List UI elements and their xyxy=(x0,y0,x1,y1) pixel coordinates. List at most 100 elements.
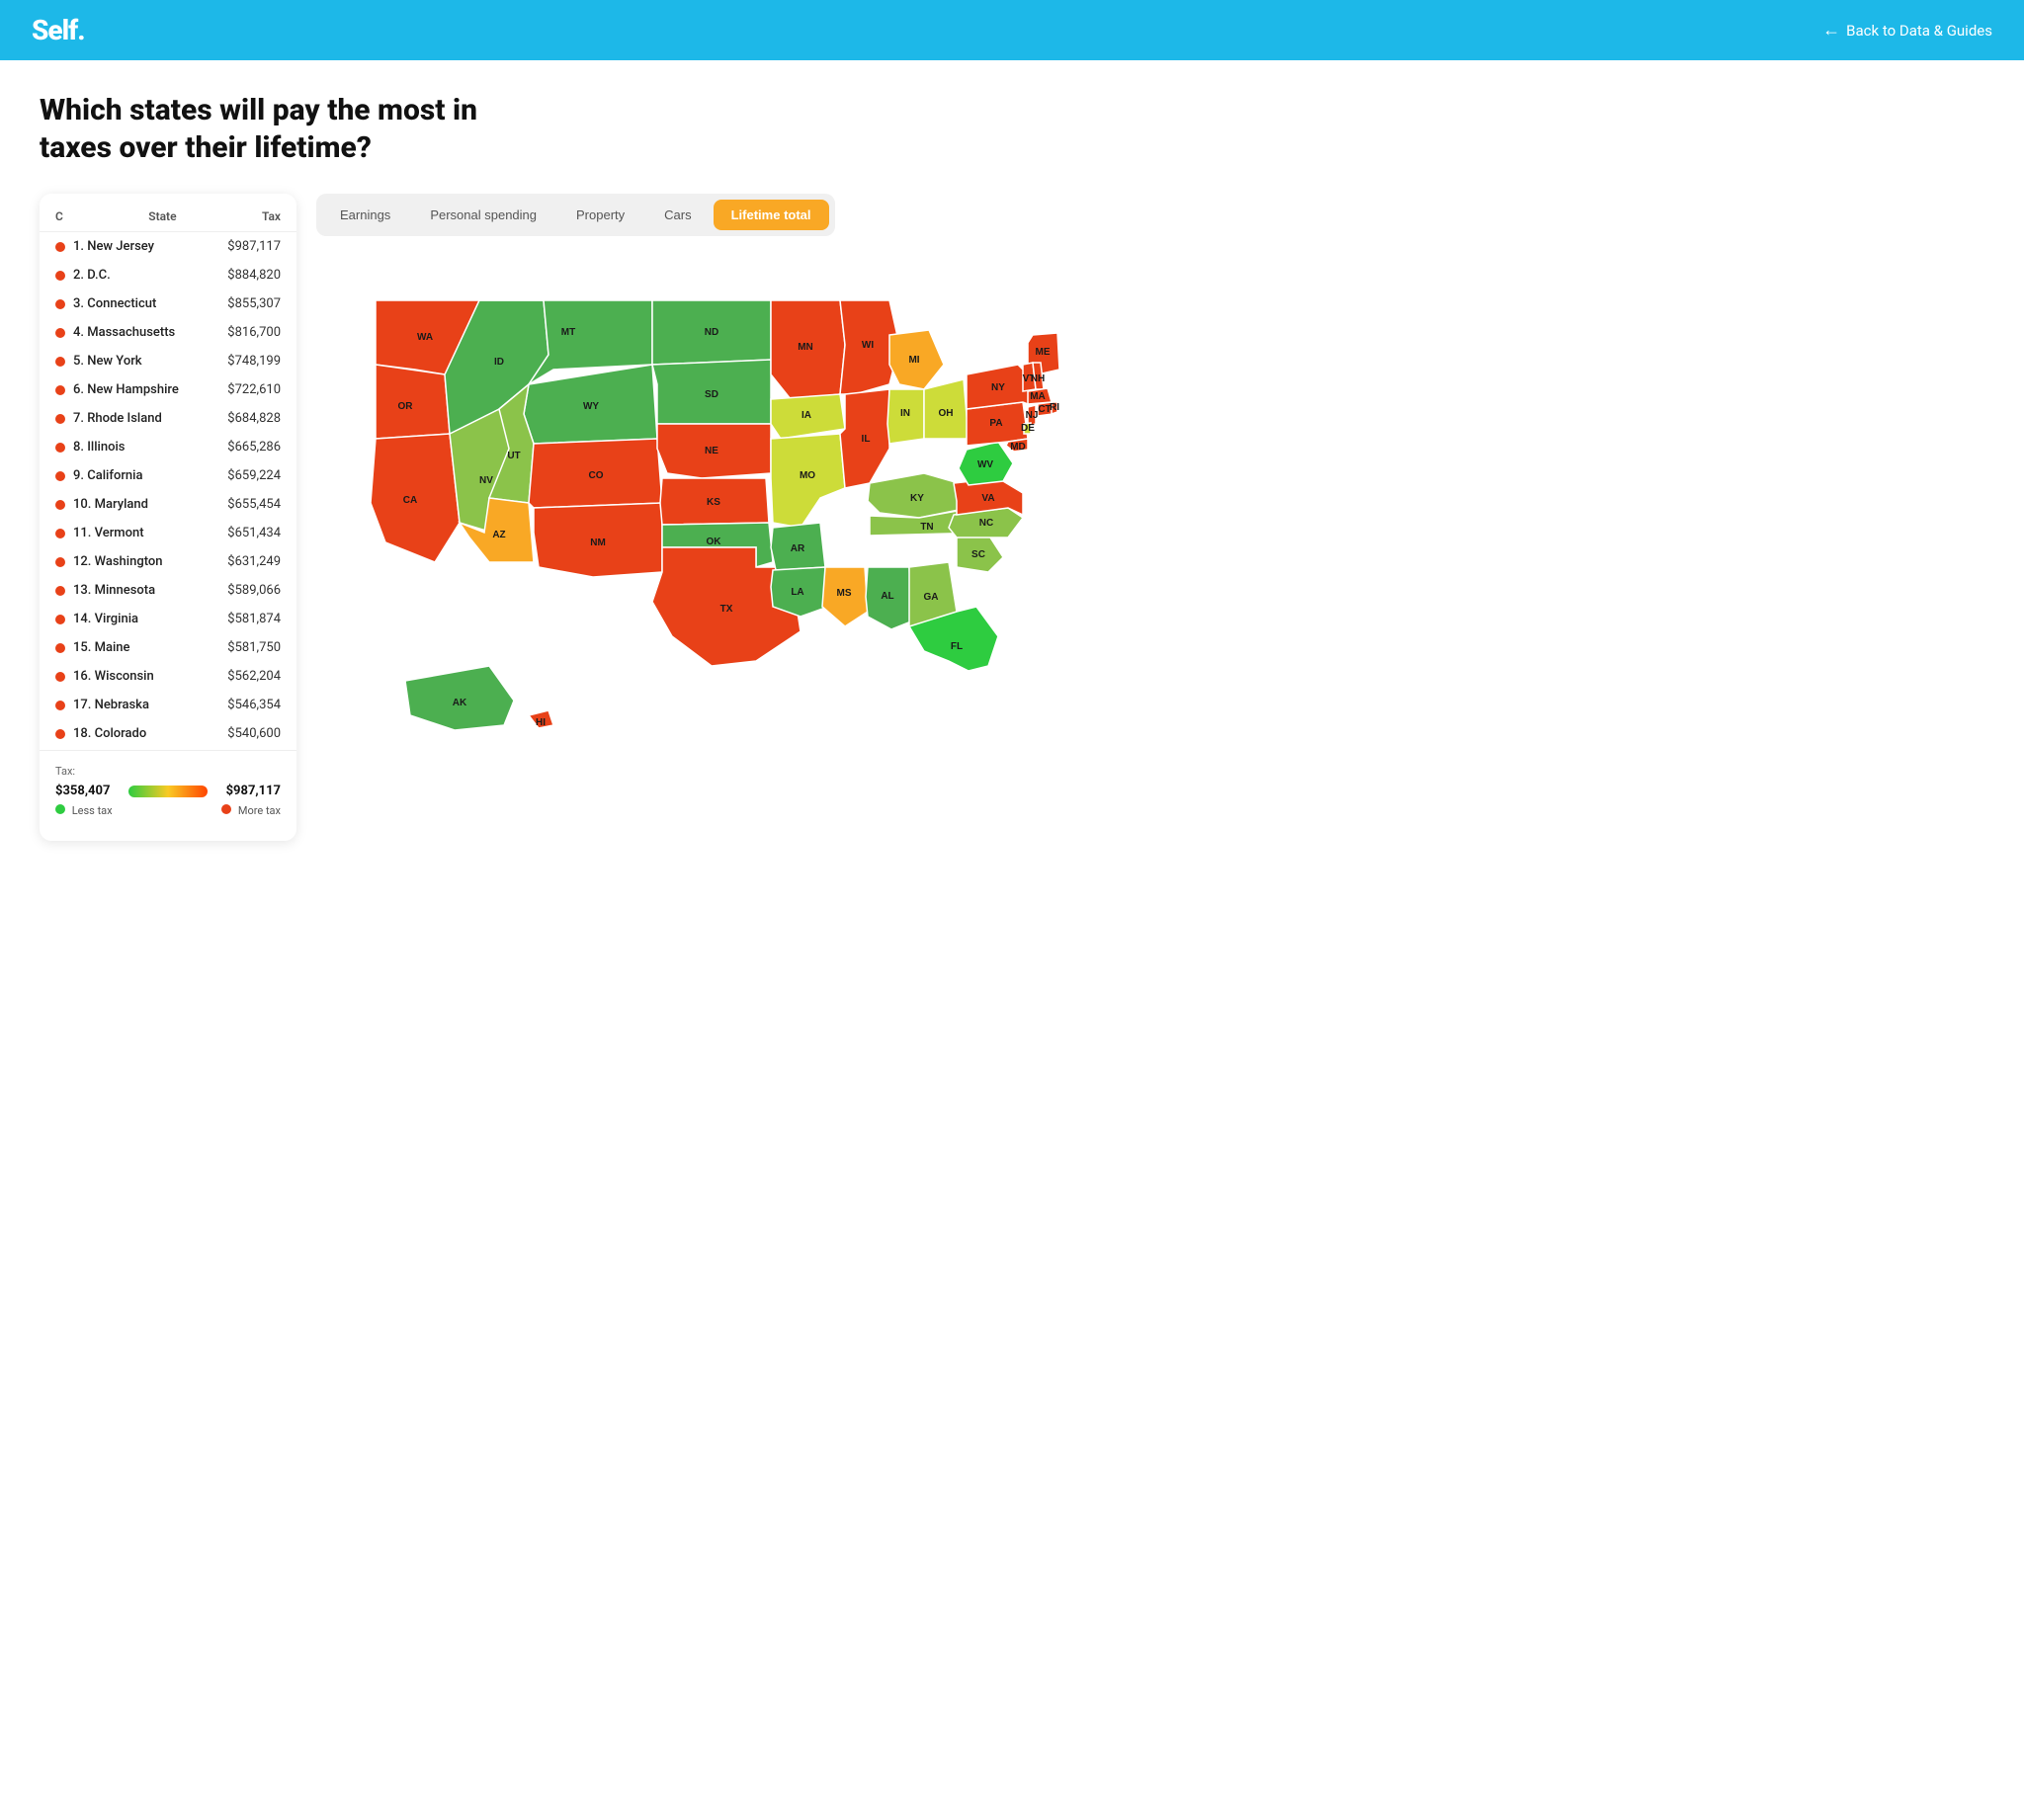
state-row[interactable]: 5. New York $748,199 xyxy=(40,347,296,375)
state-ma[interactable] xyxy=(1028,388,1052,404)
state-tax: $546,354 xyxy=(227,698,281,712)
back-arrow-icon: ← xyxy=(1822,20,1840,41)
state-name: 9. California xyxy=(73,468,227,483)
state-name: 1. New Jersey xyxy=(73,239,227,254)
state-name: 6. New Hampshire xyxy=(73,382,227,397)
us-map: WA OR CA NV ID MT xyxy=(316,256,1067,770)
main-content: Which states will pay the most in taxes … xyxy=(0,60,2024,1820)
state-row[interactable]: 16. Wisconsin $562,204 xyxy=(40,662,296,691)
state-row[interactable]: 12. Washington $631,249 xyxy=(40,547,296,576)
state-wv[interactable] xyxy=(959,442,1013,485)
state-row[interactable]: 1. New Jersey $987,117 xyxy=(40,232,296,261)
content-area: C State Tax 1. New Jersey $987,117 2. D.… xyxy=(40,194,1984,841)
state-name: 14. Virginia xyxy=(73,612,227,626)
state-tax: $684,828 xyxy=(227,411,281,426)
state-ms[interactable] xyxy=(822,567,868,626)
legend-max: $987,117 xyxy=(226,784,281,798)
state-sd[interactable] xyxy=(652,360,771,424)
legend-gradient xyxy=(128,786,208,797)
state-nm[interactable] xyxy=(534,503,662,577)
state-dot xyxy=(55,328,65,338)
state-ar[interactable] xyxy=(771,523,825,570)
state-name: 17. Nebraska xyxy=(73,698,227,712)
state-list: 1. New Jersey $987,117 2. D.C. $884,820 … xyxy=(40,232,296,746)
state-tax: $651,434 xyxy=(227,526,281,540)
state-name: 7. Rhode Island xyxy=(73,411,227,426)
state-ri[interactable] xyxy=(1052,402,1057,414)
state-row[interactable]: 4. Massachusetts $816,700 xyxy=(40,318,296,347)
state-dot xyxy=(55,586,65,596)
state-tax: $631,249 xyxy=(227,554,281,569)
state-row[interactable]: 6. New Hampshire $722,610 xyxy=(40,375,296,404)
state-row[interactable]: 17. Nebraska $546,354 xyxy=(40,691,296,719)
state-tax: $581,750 xyxy=(227,640,281,655)
state-dot xyxy=(55,529,65,538)
state-name: 18. Colorado xyxy=(73,726,227,741)
state-dot xyxy=(55,357,65,367)
state-name: 2. D.C. xyxy=(73,268,227,283)
state-va[interactable] xyxy=(954,478,1023,515)
state-row[interactable]: 3. Connecticut $855,307 xyxy=(40,290,296,318)
state-name: 8. Illinois xyxy=(73,440,227,455)
state-row[interactable]: 9. California $659,224 xyxy=(40,461,296,490)
state-nd[interactable] xyxy=(652,300,771,365)
state-dot xyxy=(55,299,65,309)
col-c-header: C xyxy=(55,209,63,223)
state-row[interactable]: 10. Maryland $655,454 xyxy=(40,490,296,519)
state-mn[interactable] xyxy=(771,300,845,399)
state-de[interactable] xyxy=(1024,423,1031,434)
tab-cars[interactable]: Cars xyxy=(646,200,709,230)
state-ak[interactable] xyxy=(405,666,514,730)
tab-earnings[interactable]: Earnings xyxy=(322,200,408,230)
state-tax: $722,610 xyxy=(227,382,281,397)
state-tax: $816,700 xyxy=(227,325,281,340)
back-link[interactable]: ← Back to Data & Guides xyxy=(1822,20,1992,41)
legend: Tax: $358,407 $987,117 Less tax More tax xyxy=(40,750,296,825)
state-mo[interactable] xyxy=(771,434,845,528)
state-ca[interactable] xyxy=(371,434,460,562)
state-hi[interactable] xyxy=(529,710,553,728)
state-tax: $748,199 xyxy=(227,354,281,369)
tab-personal_spending[interactable]: Personal spending xyxy=(412,200,554,230)
state-row[interactable]: 18. Colorado $540,600 xyxy=(40,719,296,746)
state-name: 15. Maine xyxy=(73,640,227,655)
state-row[interactable]: 7. Rhode Island $684,828 xyxy=(40,404,296,433)
state-la[interactable] xyxy=(771,567,828,617)
state-co[interactable] xyxy=(529,439,662,508)
state-name: 10. Maryland xyxy=(73,497,227,512)
tab-property[interactable]: Property xyxy=(558,200,642,230)
state-oh[interactable] xyxy=(924,379,969,439)
state-row[interactable]: 11. Vermont $651,434 xyxy=(40,519,296,547)
state-al[interactable] xyxy=(866,567,911,629)
state-mi[interactable] xyxy=(889,330,944,389)
state-name: 13. Minnesota xyxy=(73,583,227,598)
state-row[interactable]: 13. Minnesota $589,066 xyxy=(40,576,296,605)
legend-range: $358,407 $987,117 xyxy=(55,784,281,798)
state-ct[interactable] xyxy=(1038,402,1053,416)
state-tax: $665,286 xyxy=(227,440,281,455)
state-row[interactable]: 8. Illinois $665,286 xyxy=(40,433,296,461)
state-dot xyxy=(55,385,65,395)
less-tax-dot xyxy=(55,804,65,814)
state-name: 16. Wisconsin xyxy=(73,669,227,684)
state-wy[interactable] xyxy=(524,365,657,444)
state-name: 5. New York xyxy=(73,354,227,369)
state-name: 4. Massachusetts xyxy=(73,325,227,340)
state-row[interactable]: 2. D.C. $884,820 xyxy=(40,261,296,290)
state-row[interactable]: 14. Virginia $581,874 xyxy=(40,605,296,633)
state-dot xyxy=(55,643,65,653)
state-sc[interactable] xyxy=(957,535,1003,572)
state-ne[interactable] xyxy=(657,424,771,478)
state-tax: $562,204 xyxy=(227,669,281,684)
state-il[interactable] xyxy=(840,389,889,488)
page-title: Which states will pay the most in taxes … xyxy=(40,92,553,166)
state-dot xyxy=(55,729,65,739)
state-tax: $540,600 xyxy=(227,726,281,741)
tab-lifetime_total[interactable]: Lifetime total xyxy=(714,200,829,230)
state-or[interactable] xyxy=(376,365,450,439)
state-tax: $987,117 xyxy=(227,239,281,254)
state-ia[interactable] xyxy=(771,394,845,439)
state-in[interactable] xyxy=(887,389,924,444)
state-row[interactable]: 15. Maine $581,750 xyxy=(40,633,296,662)
state-ks[interactable] xyxy=(660,478,769,525)
